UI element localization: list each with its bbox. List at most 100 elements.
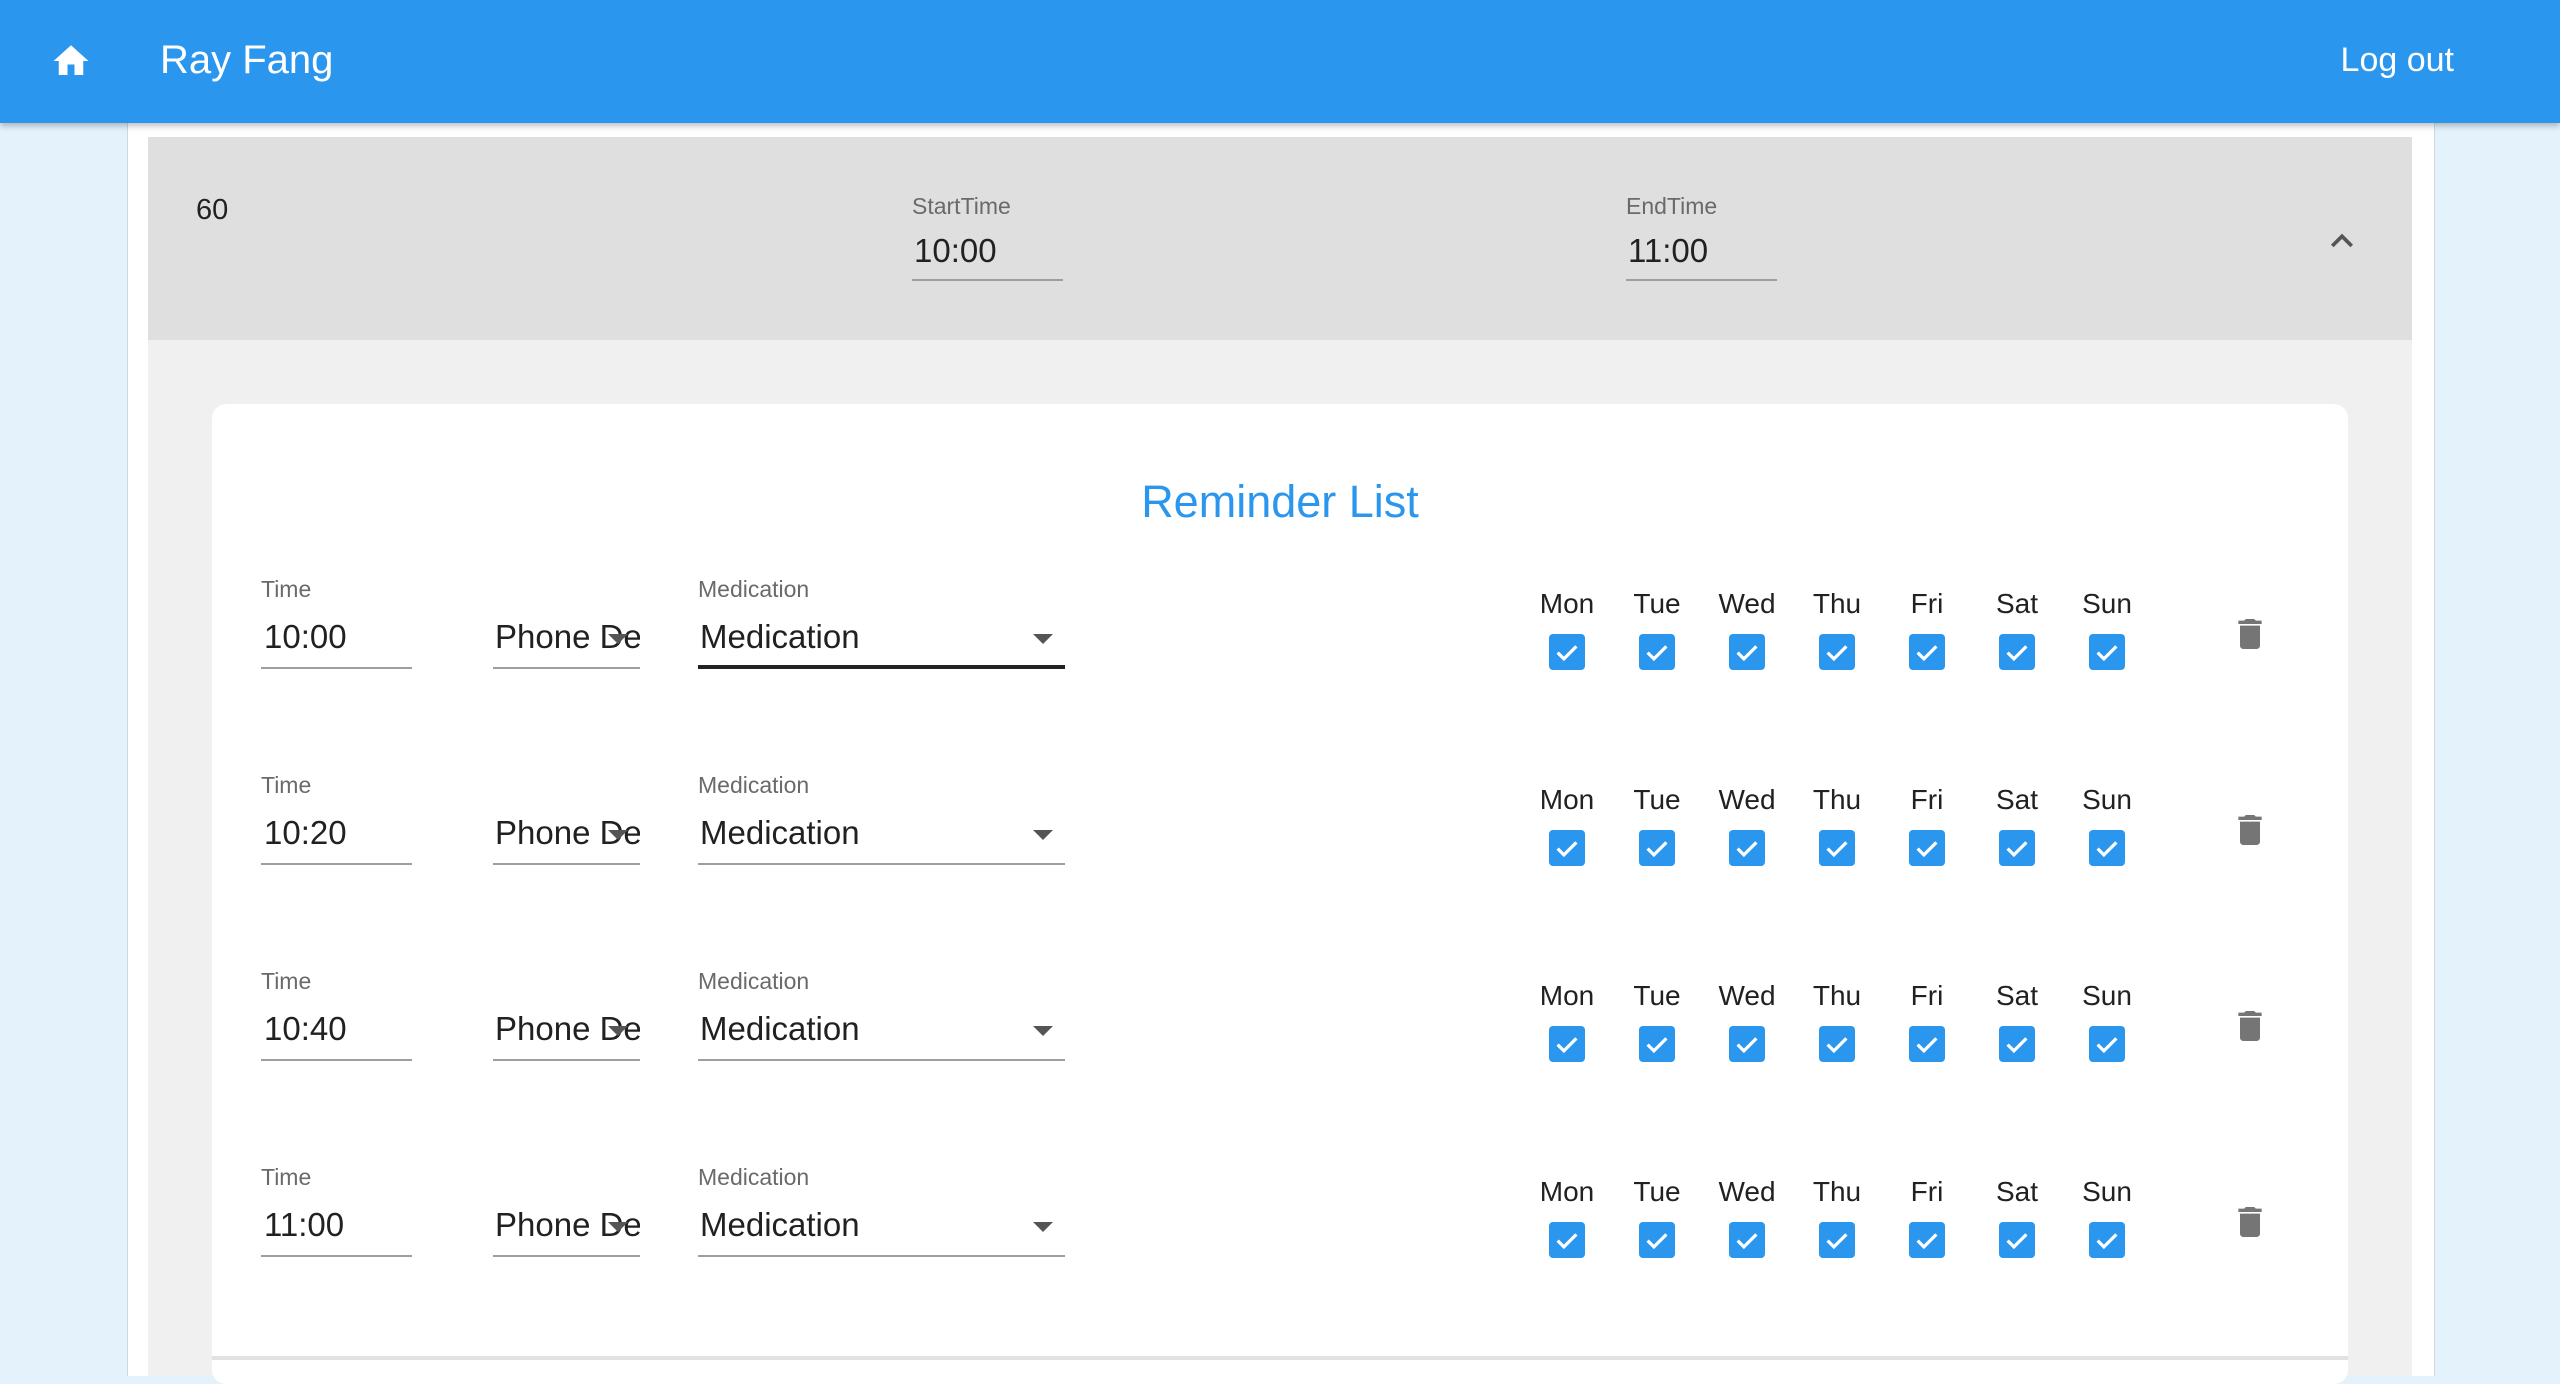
checkbox-checked-icon[interactable] [1549, 1222, 1585, 1258]
day-fri: Fri [1892, 584, 1962, 670]
start-time-field[interactable]: StartTime 10:00 [912, 191, 1063, 281]
end-time-value[interactable]: 11:00 [1626, 229, 1777, 273]
checkbox-checked-icon[interactable] [1999, 830, 2035, 866]
checkbox-checked-icon[interactable] [1999, 1222, 2035, 1258]
day-mon: Mon [1532, 584, 1602, 670]
checkbox-checked-icon[interactable] [1819, 830, 1855, 866]
trash-icon[interactable] [2230, 808, 2270, 852]
sound-select-box[interactable]: Phone Def… [493, 615, 640, 659]
time-underline [261, 667, 412, 669]
sound-select-box[interactable]: Phone Def… [493, 1203, 640, 1247]
logout-button[interactable]: Log out [2341, 34, 2454, 86]
day-sat: Sat [1982, 584, 2052, 670]
end-time-field[interactable]: EndTime 11:00 [1626, 191, 1777, 281]
day-label: Sun [2082, 588, 2132, 619]
day-label: Thu [1812, 980, 1862, 1011]
checkbox-checked-icon[interactable] [2089, 1222, 2125, 1258]
checkbox-checked-icon[interactable] [1549, 1026, 1585, 1062]
medication-underline [698, 1059, 1065, 1061]
checkbox-checked-icon[interactable] [1819, 1222, 1855, 1258]
medication-underline [698, 863, 1065, 865]
medication-select[interactable]: Medication Medication [698, 770, 1065, 865]
time-value[interactable]: 10:00 [261, 615, 412, 659]
reminder-list-card: Reminder List Time 10:00 Phone Def… Medi… [212, 404, 2348, 1384]
medication-select[interactable]: Medication Medication [698, 1162, 1065, 1257]
medication-select[interactable]: Medication Medication [698, 574, 1065, 669]
checkbox-checked-icon[interactable] [1819, 1026, 1855, 1062]
medication-select[interactable]: Medication Medication [698, 966, 1065, 1061]
day-label: Fri [1910, 1176, 1944, 1207]
checkbox-checked-icon[interactable] [1999, 634, 2035, 670]
checkbox-checked-icon[interactable] [2089, 634, 2125, 670]
trash-icon[interactable] [2230, 1200, 2270, 1244]
dropdown-arrow-icon [608, 1026, 628, 1036]
sound-select[interactable]: Phone Def… [493, 770, 640, 865]
dropdown-arrow-icon [608, 634, 628, 644]
medication-select-box[interactable]: Medication [698, 1007, 1065, 1051]
reminder-row: Time 10:40 Phone Def… Medication Medicat… [212, 966, 2348, 1126]
start-time-value[interactable]: 10:00 [912, 229, 1063, 273]
sound-select[interactable]: Phone Def… [493, 966, 640, 1061]
time-field[interactable]: Time 10:20 [261, 770, 412, 865]
trash-icon[interactable] [2230, 1004, 2270, 1048]
day-sat: Sat [1982, 1172, 2052, 1258]
checkbox-checked-icon[interactable] [1819, 634, 1855, 670]
checkbox-checked-icon[interactable] [2089, 1026, 2125, 1062]
sound-select[interactable]: Phone Def… [493, 1162, 640, 1257]
day-label: Sun [2082, 1176, 2132, 1207]
sound-underline [493, 863, 640, 865]
checkbox-checked-icon[interactable] [1909, 1222, 1945, 1258]
chevron-up-icon[interactable] [2320, 219, 2364, 263]
checkbox-checked-icon[interactable] [1639, 1222, 1675, 1258]
day-label: Mon [1539, 980, 1595, 1011]
checkbox-checked-icon[interactable] [1549, 830, 1585, 866]
checkbox-checked-icon[interactable] [1549, 634, 1585, 670]
medication-label: Medication [698, 576, 810, 602]
checkbox-checked-icon[interactable] [1729, 1222, 1765, 1258]
day-label: Mon [1539, 784, 1595, 815]
checkbox-checked-icon[interactable] [1729, 1026, 1765, 1062]
trash-icon[interactable] [2230, 612, 2270, 656]
day-tue: Tue [1622, 780, 1692, 866]
day-label: Sat [1995, 980, 2039, 1011]
reminder-row: Time 10:00 Phone Def… Medication Medicat… [212, 574, 2348, 734]
day-tue: Tue [1622, 584, 1692, 670]
reminder-row: Time 10:20 Phone Def… Medication Medicat… [212, 770, 2348, 930]
time-field[interactable]: Time 11:00 [261, 1162, 412, 1257]
checkbox-checked-icon[interactable] [1999, 1026, 2035, 1062]
medication-underline [698, 665, 1065, 669]
medication-select-box[interactable]: Medication [698, 615, 1065, 659]
medication-label: Medication [698, 772, 810, 798]
home-icon[interactable] [50, 40, 92, 82]
checkbox-checked-icon[interactable] [1909, 634, 1945, 670]
time-value[interactable]: 11:00 [261, 1203, 412, 1247]
checkbox-checked-icon[interactable] [1639, 830, 1675, 866]
day-label: Fri [1910, 784, 1944, 815]
checkbox-checked-icon[interactable] [1909, 830, 1945, 866]
time-label: Time [261, 1164, 312, 1190]
medication-select-box[interactable]: Medication [698, 1203, 1065, 1247]
sound-underline [493, 1059, 640, 1061]
time-value[interactable]: 10:20 [261, 811, 412, 855]
schedule-panel-header[interactable]: 60 StartTime 10:00 EndTime 11:00 [148, 137, 2412, 340]
medication-label: Medication [698, 1164, 810, 1190]
medication-select-box[interactable]: Medication [698, 811, 1065, 855]
medication-label: Medication [698, 968, 810, 994]
checkbox-checked-icon[interactable] [2089, 830, 2125, 866]
checkbox-checked-icon[interactable] [1729, 830, 1765, 866]
day-label: Thu [1812, 784, 1862, 815]
sound-select-box[interactable]: Phone Def… [493, 811, 640, 855]
day-wed: Wed [1712, 780, 1782, 866]
checkbox-checked-icon[interactable] [1639, 1026, 1675, 1062]
time-field[interactable]: Time 10:00 [261, 574, 412, 669]
sound-select[interactable]: Phone Def… [493, 574, 640, 669]
sound-select-box[interactable]: Phone Def… [493, 1007, 640, 1051]
checkbox-checked-icon[interactable] [1729, 634, 1765, 670]
checkbox-checked-icon[interactable] [1639, 634, 1675, 670]
time-value[interactable]: 10:40 [261, 1007, 412, 1051]
checkbox-checked-icon[interactable] [1909, 1026, 1945, 1062]
dropdown-arrow-icon [608, 1222, 628, 1232]
day-label: Wed [1718, 980, 1776, 1011]
time-field[interactable]: Time 10:40 [261, 966, 412, 1061]
sound-underline [493, 1255, 640, 1257]
